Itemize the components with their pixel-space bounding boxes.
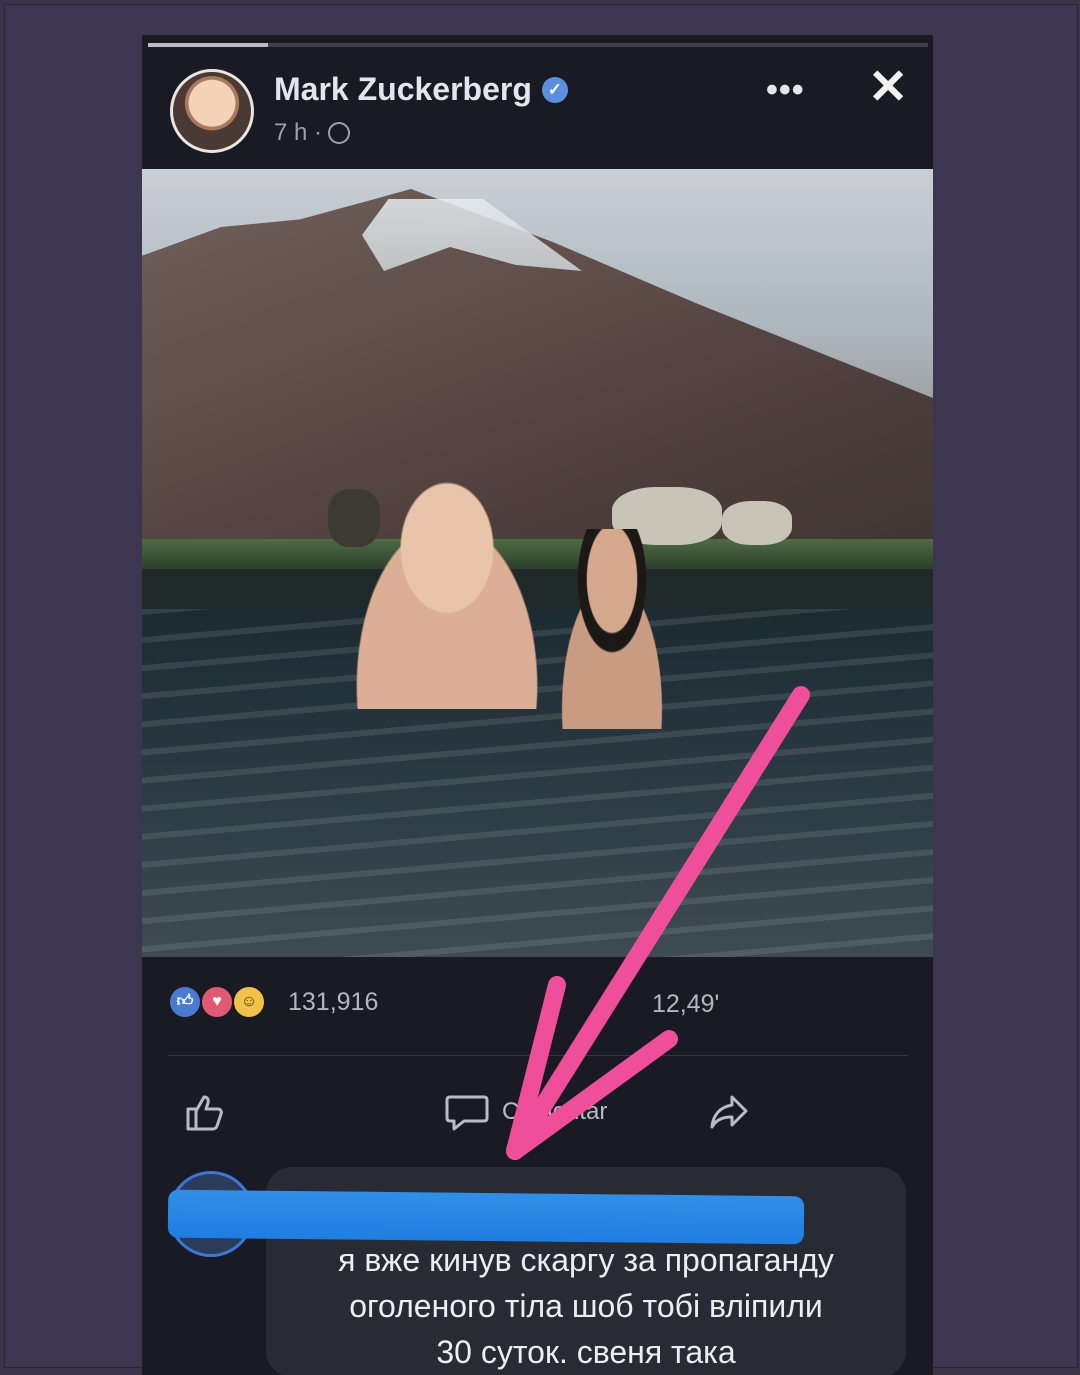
pink-arrow-annotation: [506, 686, 810, 1160]
screenshot-frame: Mark Zuckerberg ✓ 7 h · ••• ✕ 👍︎ ♥ ☺ 131…: [4, 4, 1078, 1375]
